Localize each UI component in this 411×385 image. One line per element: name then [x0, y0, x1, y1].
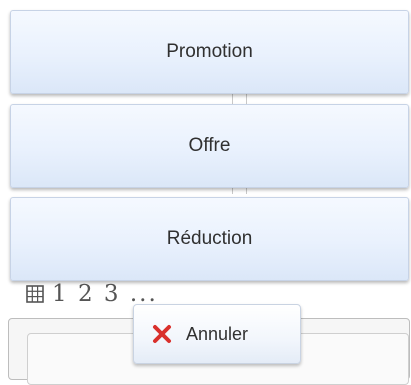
- promotion-option-button[interactable]: Promotion: [10, 10, 409, 94]
- close-icon: [152, 324, 172, 344]
- reduction-option-label: Réduction: [166, 228, 253, 249]
- promotion-option-label: Promotion: [166, 41, 253, 62]
- offre-option-label: Offre: [188, 135, 231, 156]
- offre-option-button[interactable]: Offre: [10, 104, 409, 188]
- cancel-button[interactable]: Annuler: [133, 304, 301, 364]
- cancel-button-label: Annuler: [186, 323, 249, 344]
- reduction-option-button[interactable]: Réduction: [10, 197, 409, 281]
- grid-icon: [26, 285, 44, 303]
